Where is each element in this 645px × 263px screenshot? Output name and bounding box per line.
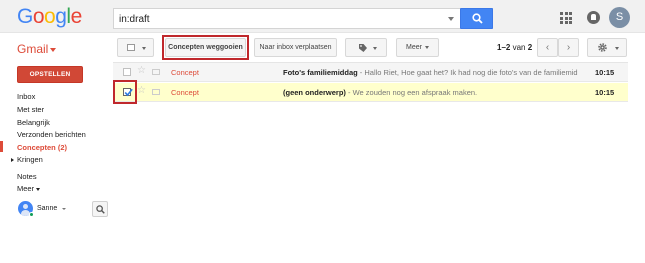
- message-sender: Concept: [171, 88, 199, 97]
- account-avatar[interactable]: S: [609, 7, 630, 28]
- settings-button[interactable]: [587, 38, 627, 57]
- apps-grid-icon[interactable]: [560, 12, 572, 24]
- gmail-app-label[interactable]: Gmail: [17, 42, 48, 56]
- important-marker-icon[interactable]: [152, 89, 160, 95]
- pagination-range: 1–2: [497, 43, 511, 52]
- gear-icon: [598, 43, 607, 52]
- message-time: 10:15: [595, 88, 615, 97]
- expand-arrow-icon[interactable]: [11, 158, 14, 162]
- search-icon: [96, 205, 105, 214]
- logo-letter: G: [17, 5, 33, 28]
- compose-button[interactable]: OPSTELLEN: [17, 66, 83, 83]
- older-button[interactable]: ‹: [537, 38, 558, 57]
- message-time: 10:15: [595, 68, 615, 77]
- sidebar-item-important[interactable]: Belangrijk: [17, 118, 50, 127]
- google-logo[interactable]: Google: [17, 5, 82, 29]
- chevron-down-icon: [424, 45, 429, 49]
- sidebar-item-more[interactable]: Meer: [17, 184, 41, 193]
- more-label: Meer: [406, 44, 422, 51]
- message-row[interactable]: ☆ Concept (geen onderwerp) - We zouden n…: [113, 83, 628, 102]
- pagination-total: 2: [527, 43, 533, 52]
- app-switcher-caret-icon[interactable]: [50, 48, 56, 52]
- people-search-button[interactable]: [92, 201, 108, 217]
- active-indicator: [0, 141, 3, 152]
- search-box: [113, 8, 493, 29]
- chevron-down-icon[interactable]: [62, 208, 66, 210]
- label-tag-icon: [359, 44, 367, 52]
- logo-letter: e: [70, 5, 83, 28]
- message-snippet: - We zouden nog een afspraak maken.: [345, 88, 478, 97]
- sidebar-item-inbox[interactable]: Inbox: [17, 92, 35, 101]
- logo-letter: g: [55, 5, 67, 28]
- sidebar-more-label: Meer: [17, 184, 35, 193]
- search-button[interactable]: [460, 8, 493, 29]
- notifications-icon[interactable]: [587, 11, 600, 24]
- sidebar-item-circles[interactable]: Kringen: [17, 155, 43, 164]
- search-input[interactable]: [119, 12, 439, 26]
- logo-letter: o: [32, 5, 45, 28]
- online-status-icon: [29, 212, 34, 217]
- sidebar-item-sent[interactable]: Verzonden berichten: [17, 130, 86, 139]
- select-dropdown-button[interactable]: [117, 38, 154, 57]
- logo-letter: o: [44, 5, 56, 28]
- pagination-of: van: [512, 43, 526, 52]
- star-icon[interactable]: ☆: [137, 66, 146, 76]
- search-options-caret-icon[interactable]: [448, 17, 454, 21]
- chevron-down-icon: [142, 47, 146, 50]
- annotation-highlight-checkbox: [113, 80, 137, 104]
- chevron-down-icon: [615, 47, 619, 50]
- search-icon: [472, 13, 483, 24]
- chat-user-name[interactable]: Sanne: [37, 205, 57, 212]
- pagination-info: 1–2 van 2: [497, 43, 532, 52]
- chevron-down-icon: [36, 187, 41, 191]
- chevron-down-icon: [373, 47, 377, 50]
- message-subject: (geen onderwerp): [283, 88, 346, 97]
- message-sender: Concept: [171, 68, 199, 77]
- top-bar: Google S: [0, 0, 645, 33]
- message-subject-line: Foto's familiemiddag - Hallo Riet, Hoe g…: [283, 68, 583, 77]
- message-snippet: - Hallo Riet, Hoe gaat het? Ik had nog d…: [357, 68, 578, 77]
- more-actions-button[interactable]: Meer: [396, 38, 439, 57]
- sidebar-item-starred[interactable]: Met ster: [17, 105, 44, 114]
- sidebar-item-notes[interactable]: Notes: [17, 172, 37, 181]
- labels-button[interactable]: [345, 38, 387, 57]
- select-checkbox-icon: [127, 44, 135, 51]
- message-subject: Foto's familiemiddag: [283, 68, 358, 77]
- star-icon[interactable]: ☆: [137, 86, 146, 96]
- move-to-inbox-button[interactable]: Naar inbox verplaatsen: [254, 38, 337, 57]
- annotation-highlight-discard: [162, 35, 249, 60]
- message-subject-line: (geen onderwerp) - We zouden nog een afs…: [283, 88, 583, 97]
- message-row[interactable]: ☆ Concept Foto's familiemiddag - Hallo R…: [113, 63, 628, 82]
- sidebar-item-drafts[interactable]: Concepten (2): [17, 143, 67, 152]
- important-marker-icon[interactable]: [152, 69, 160, 75]
- newer-button[interactable]: ›: [558, 38, 579, 57]
- row-checkbox[interactable]: [123, 68, 131, 76]
